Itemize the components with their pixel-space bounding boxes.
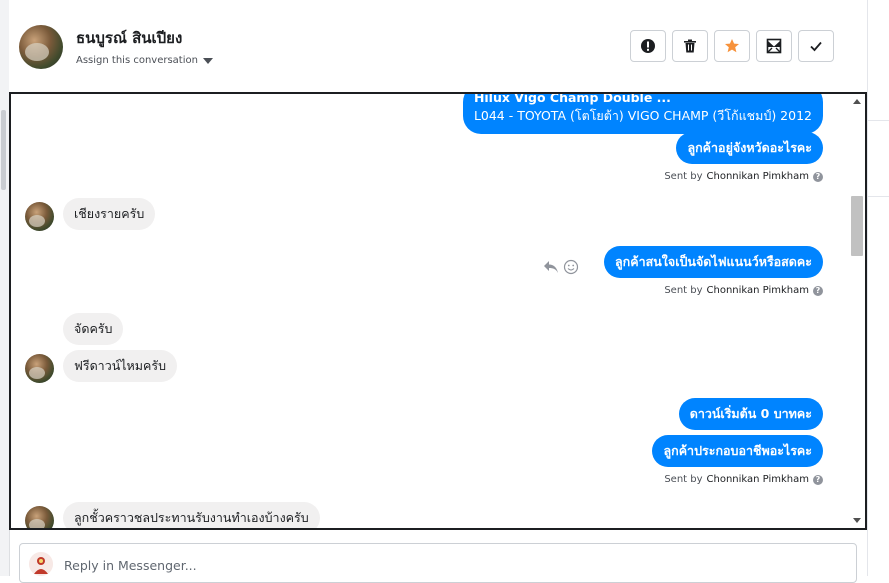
conversation-actions (630, 30, 834, 62)
message-line: Hilux Vigo Champ Double ... (473, 92, 671, 105)
right-panel-edge (867, 0, 889, 576)
scroll-up-icon[interactable] (853, 99, 861, 104)
mark-unread-icon (766, 38, 782, 54)
conversation-header: ธนบูรณ์ สินเปียง Assign this conversatio… (9, 0, 867, 92)
outgoing-message: ลูกค้าประกอบอาชีพอะไรคะ (652, 435, 823, 467)
help-icon[interactable]: ? (813, 171, 823, 182)
outgoing-message: Hilux Vigo Champ Double ... L044 - TOYOT… (462, 92, 823, 134)
sent-by-name: Chonnikan Pimkham (706, 171, 809, 182)
caret-down-icon (202, 57, 213, 64)
contact-avatar-small[interactable] (25, 506, 54, 528)
outgoing-message: ดาวน์เริ่มต้น 0 บาทคะ (678, 398, 823, 430)
sent-by-label: Sent by Chonnikan Pimkham ? (664, 171, 823, 182)
spam-icon (641, 39, 655, 53)
incoming-message: เชียงรายครับ (63, 198, 156, 230)
contact-avatar-small[interactable] (25, 202, 54, 231)
sent-by-name: Chonnikan Pimkham (706, 474, 809, 485)
star-icon (725, 39, 739, 53)
incoming-message: ลูกชั้วคราวชลประทานรับงานทำเองบ้างครับ (63, 502, 320, 528)
contact-name[interactable]: ธนบูรณ์ สินเปียง (76, 26, 182, 50)
reply-input[interactable] (64, 558, 764, 573)
star-button[interactable] (714, 30, 750, 62)
page-avatar (29, 552, 53, 576)
right-panel-divider (868, 120, 889, 121)
outgoing-message: ลูกค้าอยู่จังหวัดอะไรคะ (676, 132, 823, 164)
reply-composer[interactable] (19, 543, 857, 583)
trash-icon (684, 39, 696, 53)
sent-by-label: Sent by Chonnikan Pimkham ? (664, 285, 823, 296)
delete-button[interactable] (672, 30, 708, 62)
incoming-message: ฟรีดาวน์ไหมครับ (63, 350, 178, 382)
mark-done-button[interactable] (798, 30, 834, 62)
message-actions (543, 259, 579, 275)
contact-avatar[interactable] (19, 25, 63, 69)
scroll-down-icon[interactable] (853, 518, 861, 523)
left-panel-scrollbar[interactable] (1, 110, 6, 190)
sent-by-prefix: Sent by (664, 171, 703, 182)
message-thread[interactable]: Hilux Vigo Champ Double ... L044 - TOYOT… (9, 92, 867, 530)
contact-avatar-small[interactable] (25, 354, 54, 383)
right-panel-divider (868, 196, 889, 197)
sent-by-name: Chonnikan Pimkham (706, 285, 809, 296)
smiley-icon[interactable] (563, 259, 579, 275)
help-icon[interactable]: ? (813, 285, 823, 296)
mark-spam-button[interactable] (630, 30, 666, 62)
help-icon[interactable]: ? (813, 474, 823, 485)
assign-conversation-dropdown[interactable]: Assign this conversation (76, 55, 213, 66)
reply-icon[interactable] (543, 260, 559, 274)
incoming-message: จัดครับ (63, 313, 124, 345)
message-line: L044 - TOYOTA (โตโยต้า) VIGO CHAMP (วีโก… (473, 108, 812, 123)
thread-scrollbar[interactable] (849, 94, 865, 528)
mark-unread-button[interactable] (756, 30, 792, 62)
sent-by-prefix: Sent by (664, 285, 703, 296)
page-logo-icon (29, 552, 53, 576)
sent-by-prefix: Sent by (664, 474, 703, 485)
scrollbar-thumb[interactable] (851, 196, 863, 256)
outgoing-message: ลูกค้าสนใจเป็นจัดไฟแนนว์หรือสดคะ (604, 246, 823, 278)
assign-label: Assign this conversation (76, 55, 198, 66)
sent-by-label: Sent by Chonnikan Pimkham ? (664, 474, 823, 485)
checkmark-icon (810, 41, 822, 52)
